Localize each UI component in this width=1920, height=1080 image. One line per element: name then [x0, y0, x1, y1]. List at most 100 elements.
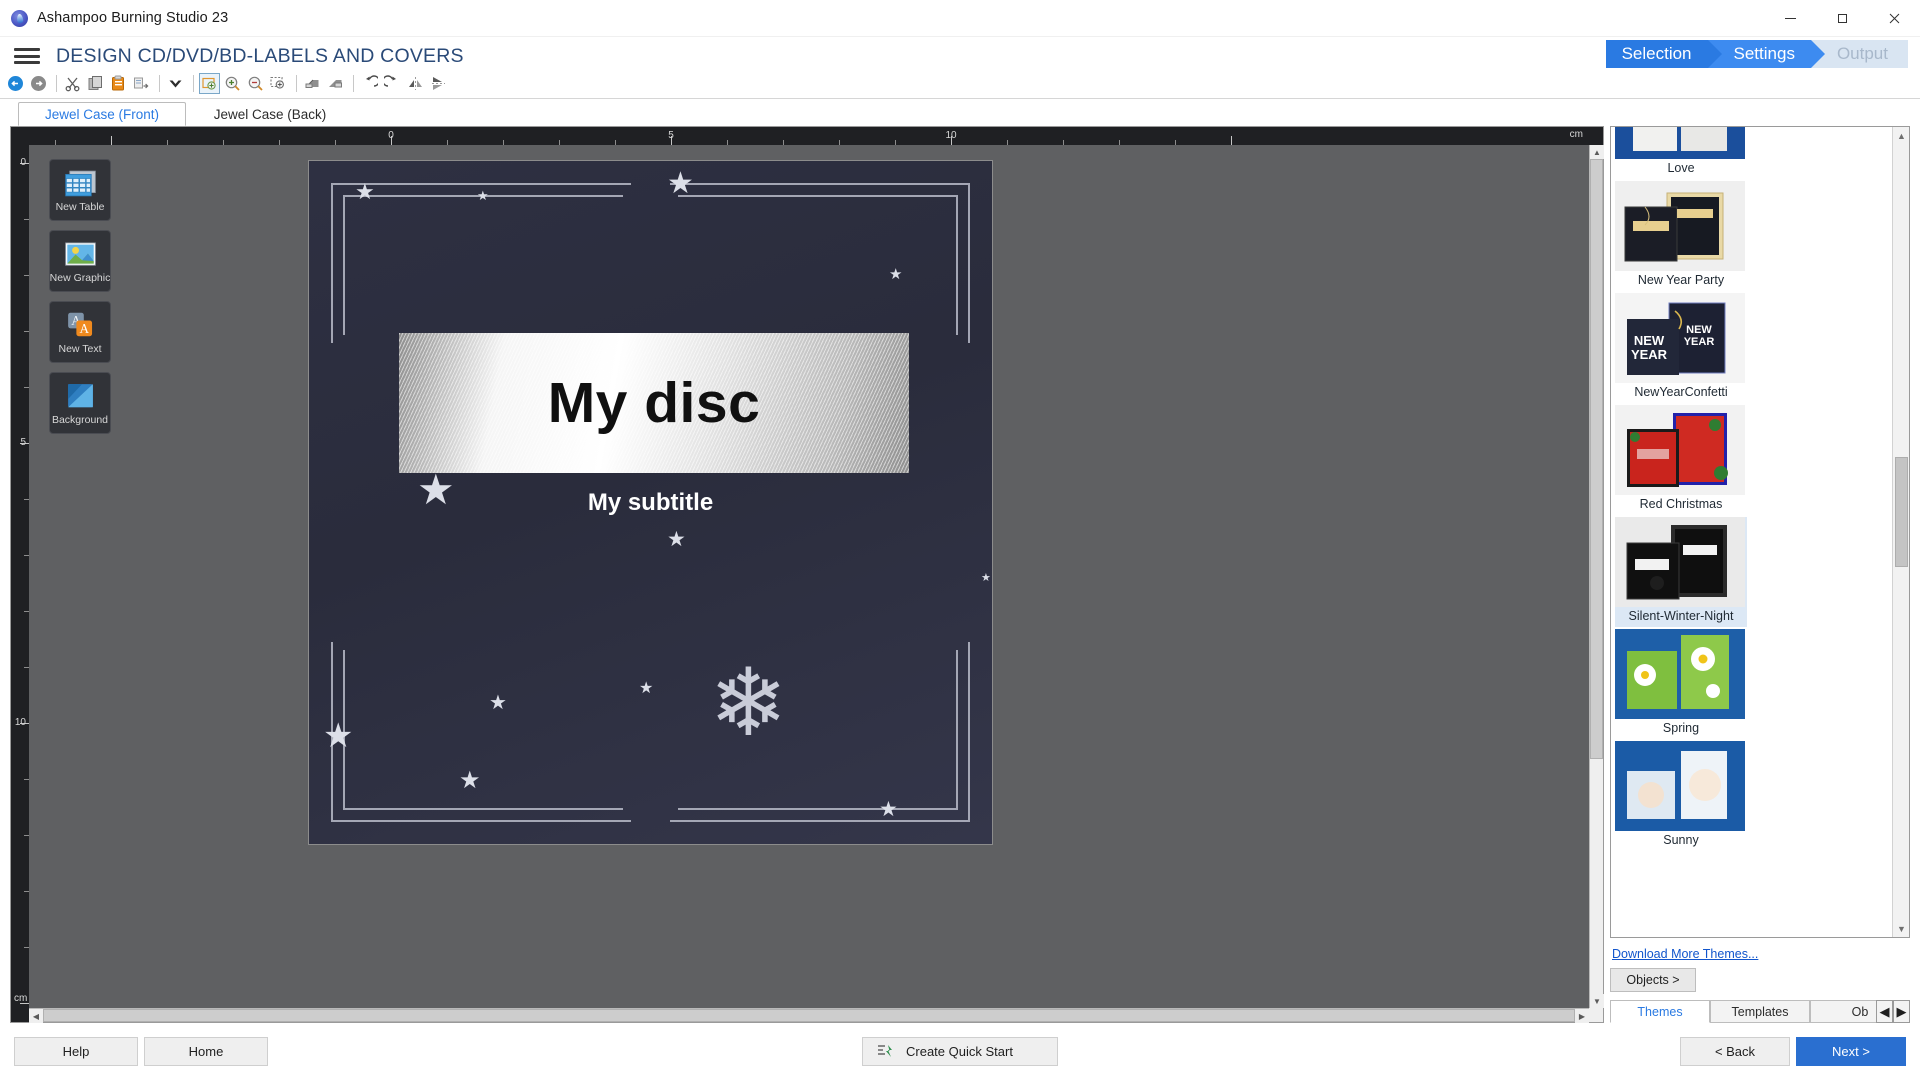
quick-start-icon	[878, 1045, 892, 1057]
canvas[interactable]: New Table New Graphic A A New Text Backg…	[29, 145, 1589, 1008]
star-decoration: ★	[323, 717, 354, 755]
create-quick-start-label: Create Quick Start	[906, 1043, 1013, 1059]
panel-tab-prev-icon[interactable]: ◀	[1876, 1000, 1893, 1023]
objects-button[interactable]: Objects >	[1610, 968, 1696, 992]
theme-list-scroll: Love New Year Party NEW YEAR NEW YEAR NewYearC…	[1611, 127, 1892, 937]
vertical-scroll-thumb[interactable]	[1590, 159, 1603, 759]
background-button[interactable]: Background	[49, 372, 111, 434]
snowflake-decoration: ❄	[709, 650, 788, 755]
zoom-in-icon[interactable]	[222, 73, 243, 94]
back-button[interactable]: < Back	[1680, 1036, 1790, 1066]
theme-scroll-up-icon[interactable]: ▲	[1893, 127, 1909, 144]
maximize-button[interactable]	[1816, 0, 1868, 37]
tab-themes[interactable]: Themes	[1610, 1000, 1710, 1023]
back-icon[interactable]	[5, 73, 26, 94]
page-header: DESIGN CD/DVD/BD-LABELS AND COVERS Selec…	[0, 37, 1920, 69]
theme-scroll-down-icon[interactable]: ▼	[1893, 920, 1909, 937]
create-quick-start-button[interactable]: Create Quick Start	[862, 1036, 1058, 1066]
theme-item[interactable]: Red Christmas	[1615, 405, 1747, 515]
themes-panel: Love New Year Party NEW YEAR NEW YEAR NewYearC…	[1610, 126, 1910, 1023]
new-table-button[interactable]: New Table	[49, 159, 111, 221]
theme-item[interactable]: Silent-Winter-Night	[1615, 517, 1747, 627]
home-button[interactable]: Home	[144, 1036, 268, 1066]
breadcrumb-step-output: Output	[1810, 40, 1908, 68]
background-icon	[67, 384, 93, 408]
theme-scroll-thumb[interactable]	[1895, 457, 1908, 567]
design-sheet[interactable]: ★ ★ ★ ★ ★ ★ ★ ★ ★ ★ ★ ★ ❄ My disc My sub…	[309, 161, 992, 844]
design-subtitle[interactable]: My subtitle	[309, 489, 992, 517]
paste-special-icon[interactable]	[131, 73, 152, 94]
star-decoration: ★	[981, 572, 991, 584]
design-editor: 0 5 10 0 5 10 cm cm New Table New Graphi…	[10, 126, 1604, 1023]
help-button[interactable]: Help	[14, 1036, 138, 1066]
theme-thumbnail	[1615, 629, 1745, 719]
breadcrumb-step-settings[interactable]: Settings	[1707, 40, 1826, 68]
theme-item[interactable]: Love	[1615, 127, 1747, 179]
minimize-button[interactable]	[1764, 0, 1816, 37]
canvas-vertical-scrollbar[interactable]: ▲ ▼	[1589, 145, 1604, 1008]
scroll-down-icon[interactable]: ▼	[1590, 994, 1604, 1008]
zoom-fit-icon[interactable]	[199, 73, 220, 94]
scroll-up-icon[interactable]: ▲	[1590, 145, 1604, 159]
title-plate[interactable]: My disc	[399, 333, 909, 473]
copy-icon[interactable]	[85, 73, 106, 94]
bottom-bar: Help Home Create Quick Start < Back Next…	[0, 1023, 1920, 1079]
theme-list[interactable]: Love New Year Party NEW YEAR NEW YEAR NewYearC…	[1610, 126, 1910, 938]
panel-tabs: Themes Templates Ob ◀ ▶	[1610, 998, 1910, 1023]
next-button[interactable]: Next >	[1796, 1036, 1906, 1066]
rotate-right-icon[interactable]	[382, 73, 403, 94]
tab-jewel-case-front[interactable]: Jewel Case (Front)	[18, 102, 186, 126]
star-decoration: ★	[667, 167, 694, 200]
breadcrumb-step-selection[interactable]: Selection	[1605, 40, 1722, 68]
horizontal-scroll-thumb[interactable]	[43, 1009, 1575, 1022]
tab-jewel-case-back[interactable]: Jewel Case (Back)	[186, 102, 354, 126]
flip-horizontal-icon[interactable]	[405, 73, 426, 94]
frame-bottom-left-inner	[343, 650, 623, 810]
rotate-left-icon[interactable]	[359, 73, 380, 94]
scroll-right-icon[interactable]: ▶	[1575, 1009, 1589, 1023]
theme-item[interactable]: Spring	[1615, 629, 1747, 739]
toolbar-separator	[159, 75, 160, 92]
main-area: 0 5 10 0 5 10 cm cm New Table New Graphi…	[0, 126, 1920, 1023]
star-decoration: ★	[879, 798, 898, 821]
theme-thumbnail	[1615, 127, 1745, 159]
theme-name: Sunny	[1663, 833, 1699, 847]
theme-name: Red Christmas	[1639, 497, 1723, 511]
delete-icon[interactable]	[165, 73, 186, 94]
zoom-selection-icon[interactable]	[268, 73, 289, 94]
download-more-themes-link[interactable]: Download More Themes...	[1610, 938, 1910, 968]
tab-templates[interactable]: Templates	[1710, 1000, 1810, 1023]
scroll-left-icon[interactable]: ◀	[29, 1009, 43, 1023]
theme-thumbnail	[1615, 405, 1745, 495]
page-title: DESIGN CD/DVD/BD-LABELS AND COVERS	[56, 44, 464, 67]
theme-item[interactable]: New Year Party	[1615, 181, 1747, 291]
hamburger-menu-icon[interactable]	[14, 46, 40, 66]
theme-thumbnail: NEWYEARNEWYEAR	[1615, 293, 1745, 383]
new-graphic-button[interactable]: New Graphic	[49, 230, 111, 292]
svg-text:YEAR: YEAR	[1684, 336, 1715, 348]
paste-icon[interactable]	[108, 73, 129, 94]
new-table-label: New Table	[55, 201, 105, 213]
bring-to-front-icon[interactable]	[302, 73, 323, 94]
zoom-out-icon[interactable]	[245, 73, 266, 94]
cut-icon[interactable]	[62, 73, 83, 94]
new-text-button[interactable]: A A New Text	[49, 301, 111, 363]
image-icon	[64, 242, 96, 266]
theme-item[interactable]: NEW YEAR NEW YEAR NewYearConfetti	[1615, 293, 1747, 403]
send-to-back-icon[interactable]	[325, 73, 346, 94]
ruler-label: 0	[388, 130, 394, 141]
window-controls	[1764, 0, 1920, 37]
theme-thumbnail	[1615, 741, 1745, 831]
window-title: Ashampoo Burning Studio 23	[37, 10, 229, 26]
canvas-horizontal-scrollbar[interactable]: ◀ ▶	[29, 1008, 1589, 1023]
flip-vertical-icon[interactable]	[428, 73, 449, 94]
panel-tab-next-icon[interactable]: ▶	[1893, 1000, 1910, 1023]
toolbar-separator	[56, 75, 57, 92]
star-decoration: ★	[889, 266, 903, 283]
svg-text:NEW: NEW	[1634, 333, 1665, 348]
forward-icon[interactable]	[28, 73, 49, 94]
ruler-tick	[1231, 136, 1232, 145]
close-button[interactable]	[1868, 0, 1920, 37]
theme-item[interactable]: Sunny	[1615, 741, 1747, 851]
theme-list-scrollbar[interactable]: ▲ ▼	[1892, 127, 1909, 937]
